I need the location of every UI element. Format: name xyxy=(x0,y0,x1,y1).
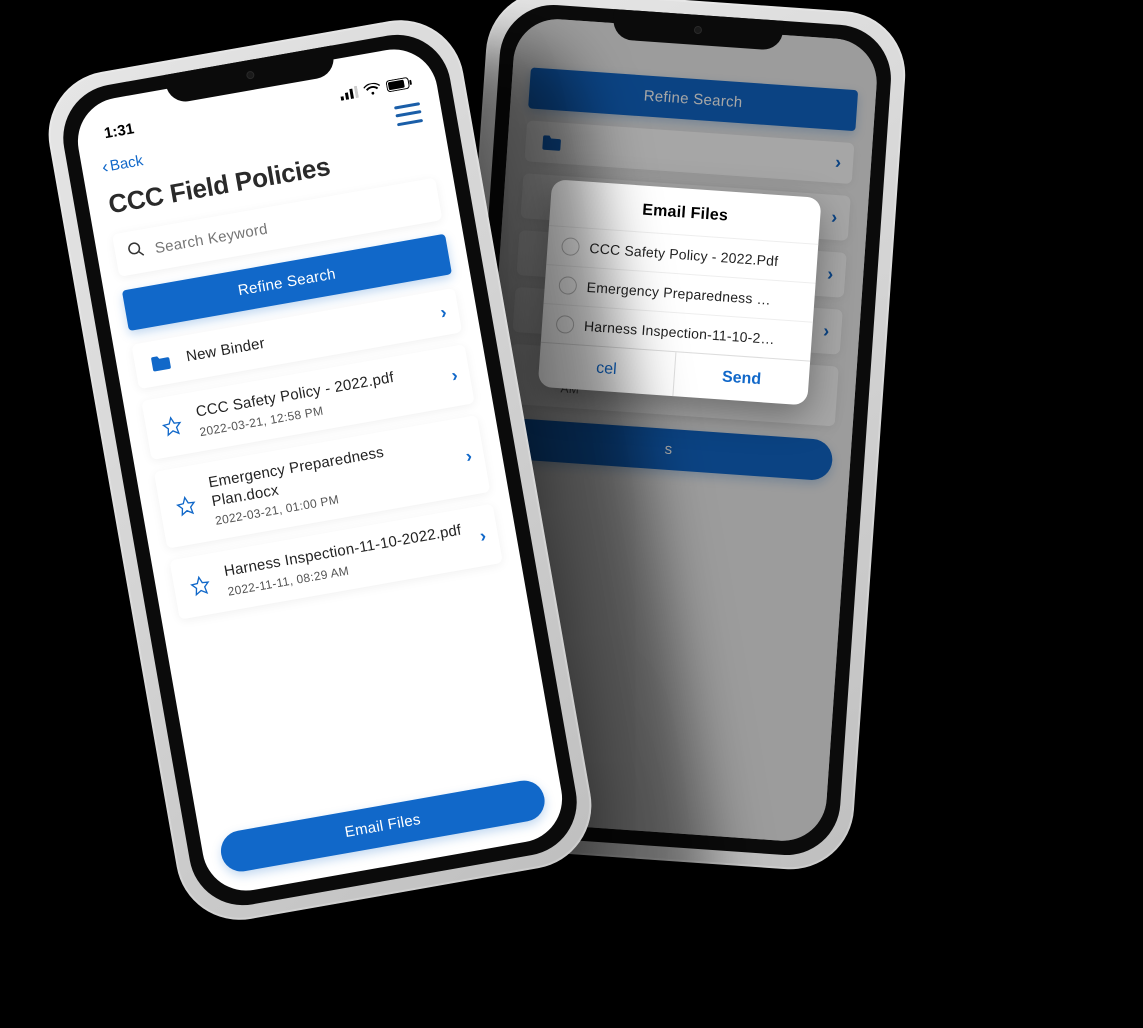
back-label: Back xyxy=(109,152,145,175)
wifi-icon xyxy=(363,82,382,97)
chevron-right-icon: › xyxy=(464,445,474,467)
folder-icon xyxy=(146,351,177,374)
back-button[interactable]: ‹ Back xyxy=(100,150,144,178)
chevron-right-icon: › xyxy=(478,525,488,547)
star-icon[interactable] xyxy=(157,414,188,439)
chevron-right-icon: › xyxy=(450,365,460,387)
modal-send-button[interactable]: Send xyxy=(673,352,810,405)
star-icon[interactable] xyxy=(171,494,202,519)
cellular-icon xyxy=(339,86,359,101)
star-icon[interactable] xyxy=(185,573,216,598)
search-icon xyxy=(126,239,148,265)
menu-button[interactable] xyxy=(394,102,423,126)
chevron-right-icon: › xyxy=(439,302,449,324)
